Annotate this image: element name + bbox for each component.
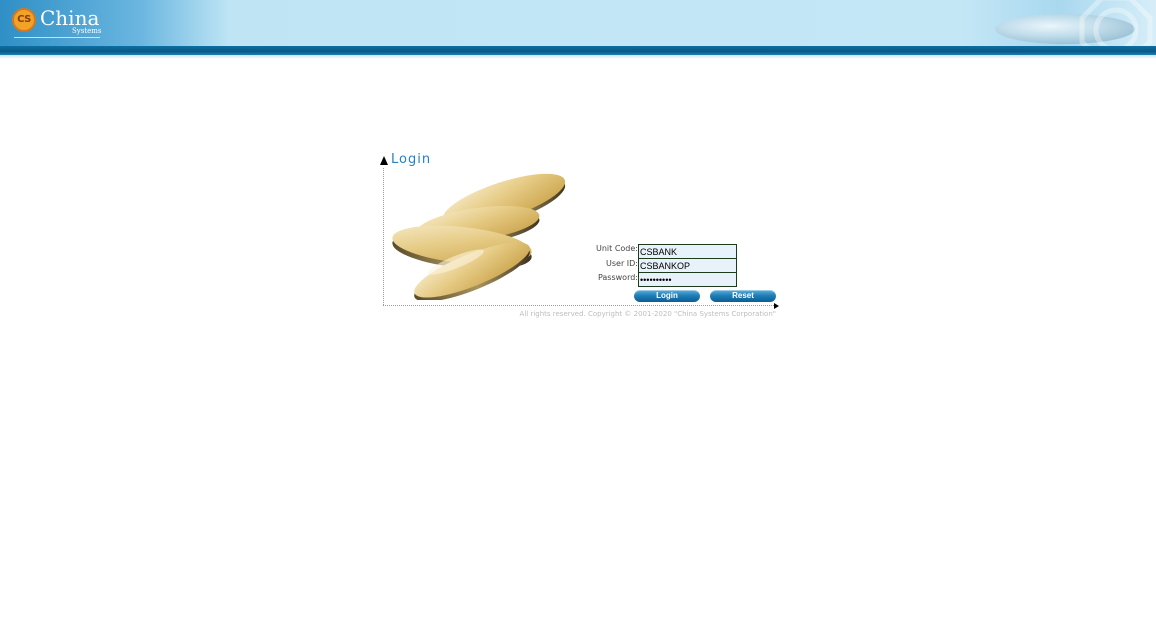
- china-systems-logo: CS China Systems: [12, 7, 102, 41]
- header-bar: [0, 46, 1156, 55]
- copyright-text: All rights reserved. Copyright © 2001-20…: [519, 310, 776, 318]
- user-id-label: User ID:: [606, 259, 638, 268]
- cs-logo-badge: CS: [12, 8, 36, 32]
- gold-coins-image: [392, 173, 566, 300]
- user-id-field[interactable]: [638, 258, 737, 273]
- logo-subtitle: Systems: [72, 27, 102, 35]
- triangle-up-icon: [380, 156, 388, 165]
- panel-border-bottom: [383, 305, 774, 306]
- unit-code-field[interactable]: [638, 244, 737, 259]
- password-label: Password:: [597, 273, 638, 282]
- triangle-right-icon: [774, 303, 779, 309]
- unit-code-label: Unit Code:: [595, 244, 638, 253]
- reset-button[interactable]: Reset: [710, 290, 776, 302]
- panel-border-left: [383, 168, 384, 305]
- password-field[interactable]: [638, 272, 737, 287]
- top-banner: CS China Systems: [0, 0, 1156, 46]
- header-shadow: [0, 55, 1156, 59]
- logo-underline: [14, 37, 100, 38]
- logo-name: China: [40, 6, 100, 30]
- cs-watermark-icon: [1079, 0, 1153, 46]
- login-title: Login: [391, 152, 432, 167]
- login-button[interactable]: Login: [634, 290, 700, 302]
